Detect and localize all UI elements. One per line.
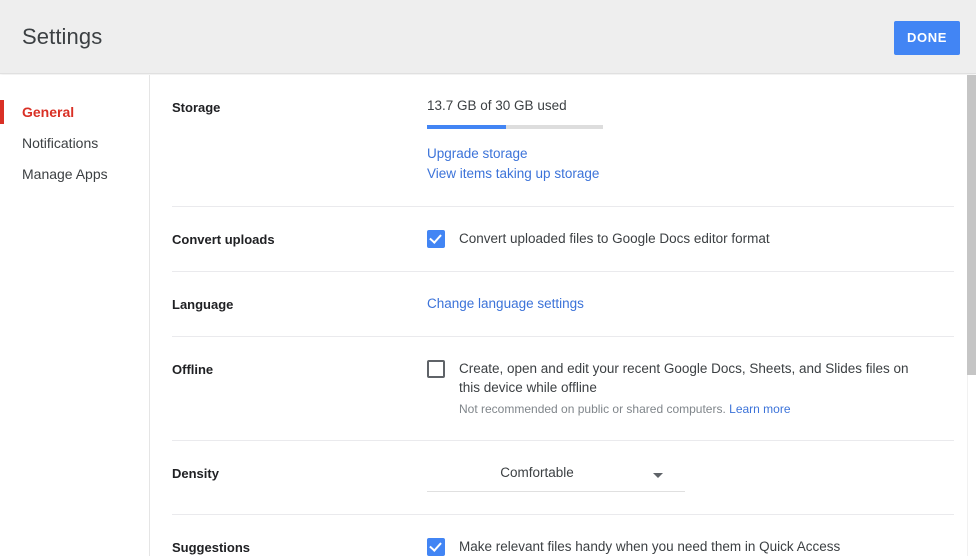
suggestions-checkbox[interactable] [427,538,445,556]
convert-uploads-checkbox[interactable] [427,230,445,248]
offline-sub-text: Not recommended on public or shared comp… [459,400,919,418]
sidebar: General Notifications Manage Apps [0,75,150,556]
settings-row-convert-uploads: Convert uploads Convert uploaded files t… [172,207,954,272]
settings-content: Storage 13.7 GB of 30 GB used Upgrade st… [150,75,976,556]
convert-uploads-body: Convert uploaded files to Google Docs ed… [427,229,954,248]
storage-progress-fill [427,125,506,129]
dialog-header: Settings DONE [0,0,976,74]
language-body: Change language settings [427,294,954,314]
suggestions-body: Make relevant files handy when you need … [427,537,954,556]
language-label: Language [172,294,427,314]
sidebar-item-notifications[interactable]: Notifications [0,128,149,158]
settings-row-offline: Offline Create, open and edit your recen… [172,337,954,441]
storage-progress-bar [427,125,603,129]
storage-label: Storage [172,97,427,117]
learn-more-link[interactable]: Learn more [729,402,790,416]
storage-body: 13.7 GB of 30 GB used Upgrade storage Vi… [427,97,954,184]
done-button[interactable]: DONE [894,21,960,55]
convert-uploads-checkbox-label: Convert uploaded files to Google Docs ed… [459,229,770,248]
change-language-settings-link[interactable]: Change language settings [427,294,954,314]
offline-body: Create, open and edit your recent Google… [427,359,954,418]
upgrade-storage-link[interactable]: Upgrade storage [427,144,954,164]
content-scrollbar-thumb[interactable] [967,75,976,375]
view-items-storage-link[interactable]: View items taking up storage [427,164,954,184]
offline-label: Offline [172,359,427,379]
dialog-body: General Notifications Manage Apps Storag… [0,75,976,556]
suggestions-label: Suggestions [172,537,427,556]
sidebar-item-label: General [22,104,74,120]
page-title: Settings [22,24,102,50]
settings-dialog: Settings DONE General Notifications Mana… [0,0,976,556]
offline-checkbox[interactable] [427,360,445,378]
sidebar-item-label: Manage Apps [22,166,108,182]
sidebar-item-general[interactable]: General [0,97,149,127]
sidebar-item-label: Notifications [22,135,98,151]
density-selected-value: Comfortable [427,465,685,480]
content-scrollbar[interactable] [967,75,976,556]
convert-uploads-label: Convert uploads [172,229,427,249]
offline-sub-text-label: Not recommended on public or shared comp… [459,402,726,416]
density-body: Comfortable [427,463,954,492]
offline-checkbox-label: Create, open and edit your recent Google… [459,359,919,397]
density-label: Density [172,463,427,483]
settings-row-language: Language Change language settings [172,272,954,337]
suggestions-checkbox-label: Make relevant files handy when you need … [459,537,840,556]
settings-row-storage: Storage 13.7 GB of 30 GB used Upgrade st… [172,75,954,207]
storage-usage-text: 13.7 GB of 30 GB used [427,97,954,115]
sidebar-item-manage-apps[interactable]: Manage Apps [0,159,149,189]
chevron-down-icon [653,473,663,478]
settings-row-density: Density Comfortable [172,441,954,515]
settings-row-suggestions: Suggestions Make relevant files handy wh… [172,515,954,556]
density-select[interactable]: Comfortable [427,463,685,492]
